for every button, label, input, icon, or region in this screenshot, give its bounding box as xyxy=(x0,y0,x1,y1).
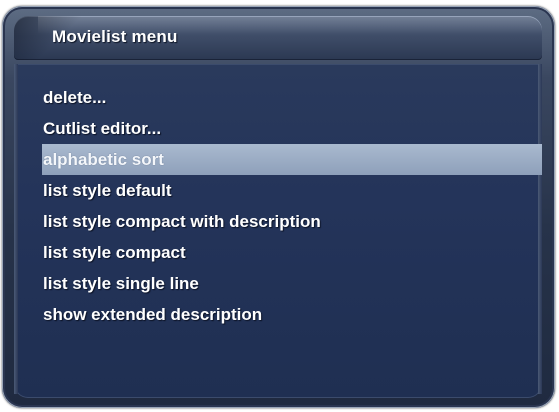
dialog-title: Movielist menu xyxy=(52,27,178,46)
menu-item-show-extended-description[interactable]: show extended description xyxy=(14,299,542,330)
menu-item-list-style-default[interactable]: list style default xyxy=(14,175,542,206)
title-bar: Movielist menu xyxy=(14,16,542,60)
menu-item-list-style-single-line[interactable]: list style single line xyxy=(14,268,542,299)
movielist-menu: delete... Cutlist editor... alphabetic s… xyxy=(14,82,542,330)
menu-item-list-style-compact-description[interactable]: list style compact with description xyxy=(14,206,542,237)
menu-item-alphabetic-sort[interactable]: alphabetic sort xyxy=(42,144,542,175)
menu-item-delete[interactable]: delete... xyxy=(14,82,542,113)
screen: Movielist menu delete... Cutlist editor.… xyxy=(0,0,559,412)
menu-item-list-style-compact[interactable]: list style compact xyxy=(14,237,542,268)
menu-item-cutlist-editor[interactable]: Cutlist editor... xyxy=(14,113,542,144)
